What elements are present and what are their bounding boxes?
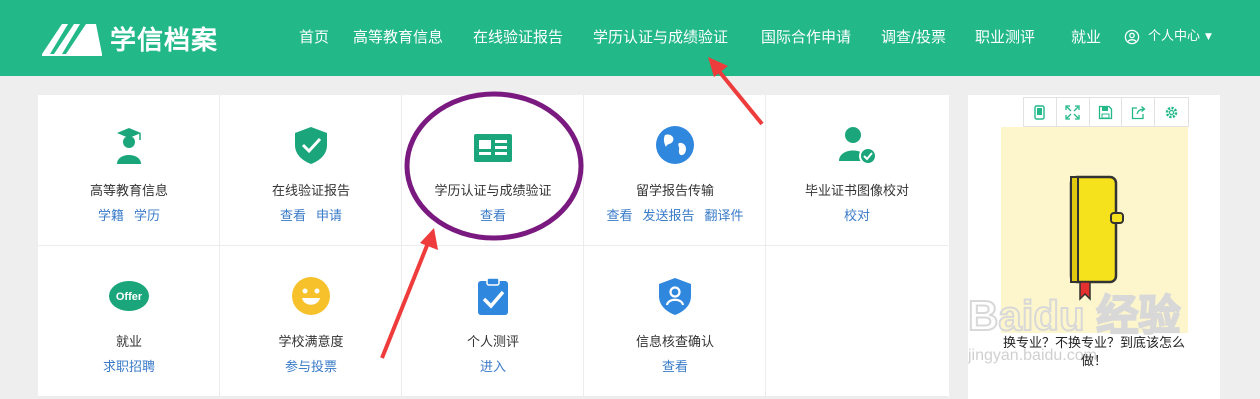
nav-higher-education[interactable]: 高等教育信息 <box>353 27 443 47</box>
save-button[interactable] <box>1090 98 1123 126</box>
fullscreen-icon <box>1065 104 1080 120</box>
service-links: 查看 发送报告 翻译件 <box>584 205 766 224</box>
nav-survey-vote[interactable]: 调查/投票 <box>881 27 946 47</box>
link-translation[interactable]: 翻译件 <box>705 209 744 224</box>
service-links: 查看 <box>584 356 766 375</box>
link-view[interactable]: 查看 <box>606 209 632 224</box>
service-title: 就业 <box>115 335 142 350</box>
service-grid: 高等教育信息 学籍 学历 在线验证报告 查看 申请 学历认证与成绩验证 查看 留… <box>38 95 949 397</box>
top-nav-bar: 学信档案 首页 高等教育信息 在线验证报告 学历认证与成绩验证 国际合作申请 调… <box>0 0 1260 76</box>
service-higher-education: 高等教育信息 学籍 学历 <box>38 95 220 246</box>
nav-career-assessment[interactable]: 职业测评 <box>975 27 1035 47</box>
save-icon <box>1098 105 1113 119</box>
service-links: 查看 申请 <box>220 205 402 224</box>
side-ad-panel: Baidu 经验 jingyan.baidu.com 换专业？不换专业？到底该怎… <box>968 95 1220 399</box>
ad-caption[interactable]: 换专业？不换专业？到底该怎么做！ <box>994 335 1194 371</box>
nav-international-cooperation[interactable]: 国际合作申请 <box>761 27 851 47</box>
user-check-icon <box>839 127 877 165</box>
empty-cell <box>766 246 948 397</box>
service-diploma-image-check: 毕业证书图像校对 校对 <box>766 95 948 246</box>
site-logo[interactable]: 学信档案 <box>40 18 218 58</box>
clipboard-check-icon <box>478 277 508 315</box>
service-title: 高等教育信息 <box>89 184 168 199</box>
service-links: 求职招聘 <box>38 356 220 375</box>
link-job-search[interactable]: 求职招聘 <box>103 360 155 375</box>
service-title: 信息核查确认 <box>635 335 714 350</box>
service-title: 留学报告传输 <box>635 184 714 199</box>
phone-view-button[interactable] <box>1024 98 1057 126</box>
logo-text: 学信档案 <box>110 25 219 56</box>
service-links: 进入 <box>402 356 584 375</box>
user-center-label: 个人中心 <box>1148 29 1201 44</box>
offer-icon: Offer <box>109 281 149 311</box>
smiley-icon <box>292 277 330 315</box>
settings-button[interactable] <box>1155 98 1188 126</box>
link-degree[interactable]: 学历 <box>134 209 160 224</box>
service-personal-assessment: 个人测评 进入 <box>402 246 584 397</box>
service-study-abroad-report: 留学报告传输 查看 发送报告 翻译件 <box>584 95 766 246</box>
shield-check-icon <box>295 127 327 164</box>
service-title: 学校满意度 <box>278 335 344 350</box>
user-circle-icon <box>1124 29 1140 45</box>
nav-online-verification[interactable]: 在线验证报告 <box>473 27 563 47</box>
nav-degree-certification[interactable]: 学历认证与成绩验证 <box>593 27 728 47</box>
link-vote[interactable]: 参与投票 <box>285 360 337 375</box>
book-logo-icon <box>42 24 102 56</box>
service-title: 在线验证报告 <box>271 184 350 199</box>
phone-icon <box>1034 104 1046 120</box>
notebook-illustration <box>1069 175 1124 301</box>
service-links: 校对 <box>766 205 948 224</box>
service-degree-certification: 学历认证与成绩验证 查看 <box>402 95 584 246</box>
link-enrollment[interactable]: 学籍 <box>98 209 124 224</box>
service-links: 参与投票 <box>220 356 402 375</box>
offer-icon-label: Offer <box>116 291 143 303</box>
link-send-report[interactable]: 发送报告 <box>642 209 694 224</box>
certificate-card-icon <box>474 134 512 162</box>
service-employment: Offer 就业 求职招聘 <box>38 246 220 397</box>
service-links: 查看 <box>402 205 584 224</box>
link-enter[interactable]: 进入 <box>480 360 506 375</box>
service-links: 学籍 学历 <box>38 205 220 224</box>
shield-user-icon <box>659 278 691 315</box>
share-button[interactable] <box>1122 98 1156 126</box>
service-title: 个人测评 <box>466 335 519 350</box>
service-info-verification: 信息核查确认 查看 <box>584 246 766 397</box>
link-proofread[interactable]: 校对 <box>844 209 870 224</box>
caret-down-icon: ▼ <box>1205 32 1212 42</box>
link-apply[interactable]: 申请 <box>316 209 342 224</box>
nav-home[interactable]: 首页 <box>299 27 329 47</box>
fullscreen-button[interactable] <box>1057 98 1090 126</box>
link-view[interactable]: 查看 <box>662 360 688 375</box>
graduate-icon <box>117 128 141 164</box>
link-view[interactable]: 查看 <box>280 209 306 224</box>
link-view[interactable]: 查看 <box>480 209 506 224</box>
ad-image[interactable] <box>1001 127 1188 333</box>
globe-icon <box>656 126 694 164</box>
nav-employment[interactable]: 就业 <box>1071 27 1101 47</box>
settings-icon <box>1165 106 1178 118</box>
service-title: 毕业证书图像校对 <box>804 184 909 199</box>
image-toolbar <box>1023 97 1189 127</box>
user-center-menu[interactable]: 个人中心 ▼ <box>1124 27 1212 47</box>
service-online-verification: 在线验证报告 查看 申请 <box>220 95 402 246</box>
service-title: 学历认证与成绩验证 <box>434 184 552 199</box>
share-icon <box>1131 105 1146 119</box>
service-school-satisfaction: 学校满意度 参与投票 <box>220 246 402 397</box>
